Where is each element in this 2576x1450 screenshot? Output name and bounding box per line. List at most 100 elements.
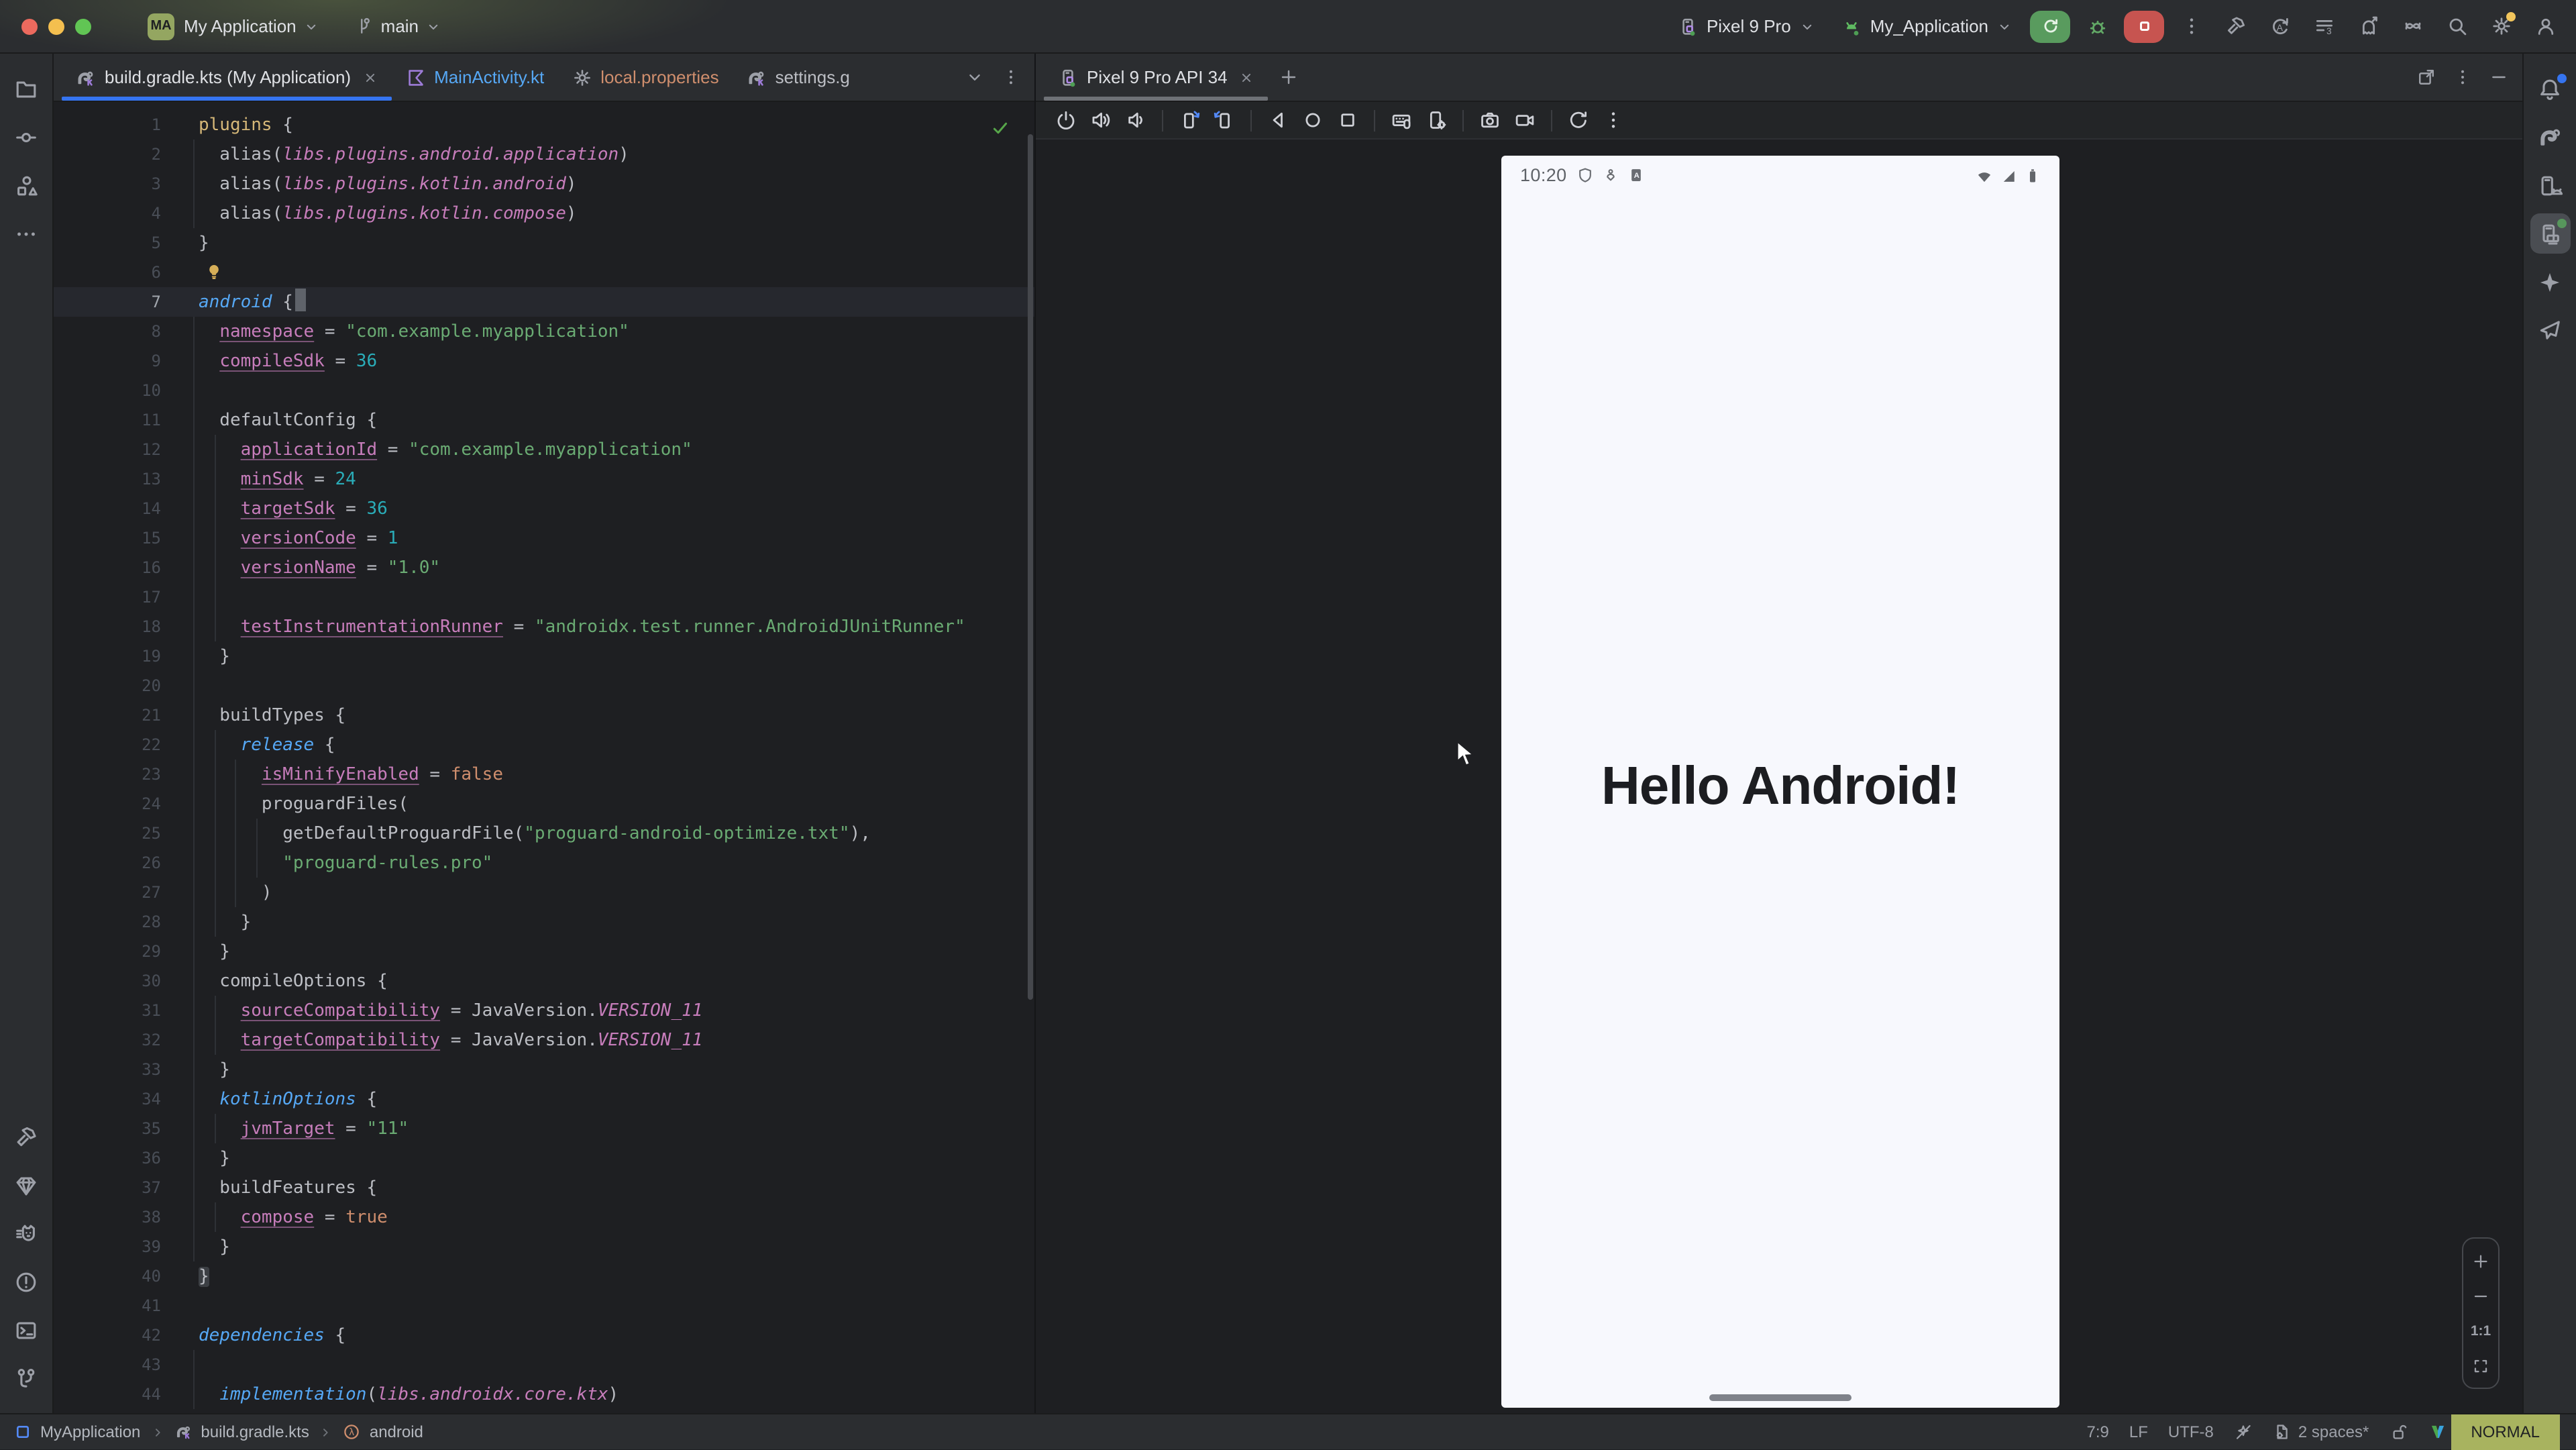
editor[interactable]: 1plugins {2 alias(libs.plugins.android.a…	[54, 102, 1034, 1413]
zoom-out-button[interactable]	[2463, 1280, 2498, 1311]
rotate-right-button[interactable]	[1213, 109, 1236, 132]
device-manager-tool[interactable]	[2530, 165, 2570, 205]
logcat-tool[interactable]	[6, 1213, 46, 1253]
line-separator[interactable]: LF	[2129, 1422, 2148, 1441]
code-line-17[interactable]: 17	[54, 582, 1034, 612]
tab-settings.g[interactable]: settings.g	[733, 54, 863, 101]
code-line-20[interactable]: 20	[54, 671, 1034, 701]
code-line-37[interactable]: 37 buildFeatures {	[54, 1173, 1034, 1202]
caret-position[interactable]: 7:9	[2087, 1422, 2109, 1441]
overview-square-button[interactable]	[1336, 109, 1359, 132]
window-controls[interactable]	[0, 18, 118, 34]
hide-panel-button[interactable]	[2489, 67, 2509, 87]
kebab-button[interactable]	[1602, 109, 1625, 132]
gesture-navigation-bar[interactable]	[1709, 1394, 1851, 1401]
code-line-40[interactable]: 40}	[54, 1261, 1034, 1291]
video-button[interactable]	[1513, 109, 1536, 132]
code-line-10[interactable]: 10	[54, 376, 1034, 405]
code-line-22[interactable]: 22 release {	[54, 730, 1034, 760]
code-line-23[interactable]: 23 isMinifyEnabled = false	[54, 760, 1034, 789]
code-line-34[interactable]: 34 kotlinOptions {	[54, 1084, 1034, 1114]
run-configuration[interactable]: My_Application	[1833, 11, 2021, 41]
breadcrumb-item[interactable]: build.gradle.kts	[174, 1422, 309, 1441]
tab-options-button[interactable]	[1001, 67, 1021, 87]
app-quality-insights-tool[interactable]	[6, 1165, 46, 1205]
close-window-button[interactable]	[21, 18, 38, 34]
code-line-2[interactable]: 2 alias(libs.plugins.android.application…	[54, 140, 1034, 169]
code-line-8[interactable]: 8 namespace = "com.example.myapplication…	[54, 317, 1034, 346]
code-line-38[interactable]: 38 compose = true	[54, 1202, 1034, 1232]
code-line-35[interactable]: 35 jvmTarget = "11"	[54, 1114, 1034, 1143]
code-line-16[interactable]: 16 versionName = "1.0"	[54, 553, 1034, 582]
camera-button[interactable]	[1479, 109, 1501, 132]
code-line-44[interactable]: 44 implementation(libs.androidx.core.ktx…	[54, 1380, 1034, 1409]
device-list-button[interactable]: 3	[2306, 9, 2341, 44]
code-line-36[interactable]: 36 }	[54, 1143, 1034, 1173]
code-line-21[interactable]: 21 buildTypes {	[54, 701, 1034, 730]
plane-tool[interactable]	[2530, 310, 2570, 350]
code-line-26[interactable]: 26 "proguard-rules.pro"	[54, 848, 1034, 878]
code-line-5[interactable]: 5}	[54, 228, 1034, 258]
version-control-tool[interactable]	[6, 1358, 46, 1398]
close-icon[interactable]	[362, 69, 378, 85]
home-circle-button[interactable]	[1301, 109, 1324, 132]
code-line-31[interactable]: 31 sourceCompatibility = JavaVersion.VER…	[54, 996, 1034, 1025]
maximize-window-button[interactable]	[75, 18, 91, 34]
open-in-window-button[interactable]	[2416, 67, 2436, 87]
sync-button[interactable]: A	[2262, 9, 2297, 44]
code-line-39[interactable]: 39 }	[54, 1232, 1034, 1261]
tab-mainactivity.kt[interactable]: MainActivity.kt	[391, 54, 557, 101]
run-button[interactable]	[2030, 10, 2070, 42]
more-tool-windows[interactable]	[6, 213, 46, 254]
problems-tool[interactable]	[6, 1261, 46, 1302]
code-line-19[interactable]: 19 }	[54, 641, 1034, 671]
stop-button[interactable]	[2124, 10, 2164, 42]
tab-build.gradle.kts[interactable]: build.gradle.kts (My Application)	[62, 54, 391, 101]
code-line-24[interactable]: 24 proguardFiles(	[54, 789, 1034, 819]
close-icon[interactable]	[1238, 69, 1254, 85]
vim-mode-badge[interactable]: NORMAL	[2451, 1414, 2560, 1450]
inspections-ok-icon[interactable]	[990, 118, 1010, 138]
code-line-1[interactable]: 1plugins {	[54, 110, 1034, 140]
gemini-tool[interactable]	[2530, 262, 2570, 302]
vol-up-button[interactable]	[1089, 109, 1112, 132]
intention-bulb-icon[interactable]	[204, 262, 224, 282]
indent-style[interactable]: 2 spaces*	[2273, 1422, 2369, 1441]
code-line-28[interactable]: 28 }	[54, 907, 1034, 937]
hidden-tabs-button[interactable]	[965, 67, 985, 87]
debug-button[interactable]	[2080, 9, 2114, 44]
settings-button[interactable]	[2483, 9, 2518, 44]
file-encoding[interactable]: UTF-8	[2168, 1422, 2214, 1441]
profiler-button[interactable]	[2351, 9, 2385, 44]
editor-scrollbar[interactable]	[1028, 134, 1033, 1000]
code-line-13[interactable]: 13 minSdk = 24	[54, 464, 1034, 494]
gradle-tool[interactable]	[2530, 117, 2570, 157]
code-line-3[interactable]: 3 alias(libs.plugins.kotlin.android)	[54, 169, 1034, 199]
commit-tool[interactable]	[6, 117, 46, 157]
breadcrumb-item[interactable]: λandroid	[343, 1422, 423, 1441]
code-line-7[interactable]: 7android {	[54, 287, 1034, 317]
build-tool[interactable]	[6, 1117, 46, 1157]
reset-button[interactable]	[1567, 109, 1590, 132]
gradle-sync-button[interactable]	[2395, 9, 2430, 44]
file-writable[interactable]	[2389, 1422, 2408, 1441]
build-button[interactable]	[2218, 9, 2253, 44]
keyboard-button[interactable]	[1390, 109, 1413, 132]
tab-local.properties[interactable]: local.properties	[557, 54, 732, 101]
code-line-15[interactable]: 15 versionCode = 1	[54, 523, 1034, 553]
vim-plugin[interactable]	[2428, 1422, 2447, 1441]
code-line-14[interactable]: 14 targetSdk = 36	[54, 494, 1034, 523]
project-tool[interactable]	[6, 68, 46, 109]
rotate-left-button[interactable]	[1178, 109, 1201, 132]
code-line-18[interactable]: 18 testInstrumentationRunner = "androidx…	[54, 612, 1034, 641]
project-selector[interactable]: My Application	[184, 16, 319, 36]
code-line-6[interactable]: 6	[54, 258, 1034, 287]
add-device-tab-button[interactable]	[1279, 67, 1299, 87]
zoom-1-1-button[interactable]: 1:1	[2463, 1315, 2498, 1346]
breadcrumb-item[interactable]: MyApplication	[13, 1422, 140, 1441]
notifications-tool[interactable]	[2530, 68, 2570, 109]
minimize-window-button[interactable]	[48, 18, 64, 34]
zoom-in-button[interactable]	[2463, 1245, 2498, 1276]
vol-down-button[interactable]	[1124, 109, 1147, 132]
phone-gear-button[interactable]	[1425, 109, 1448, 132]
